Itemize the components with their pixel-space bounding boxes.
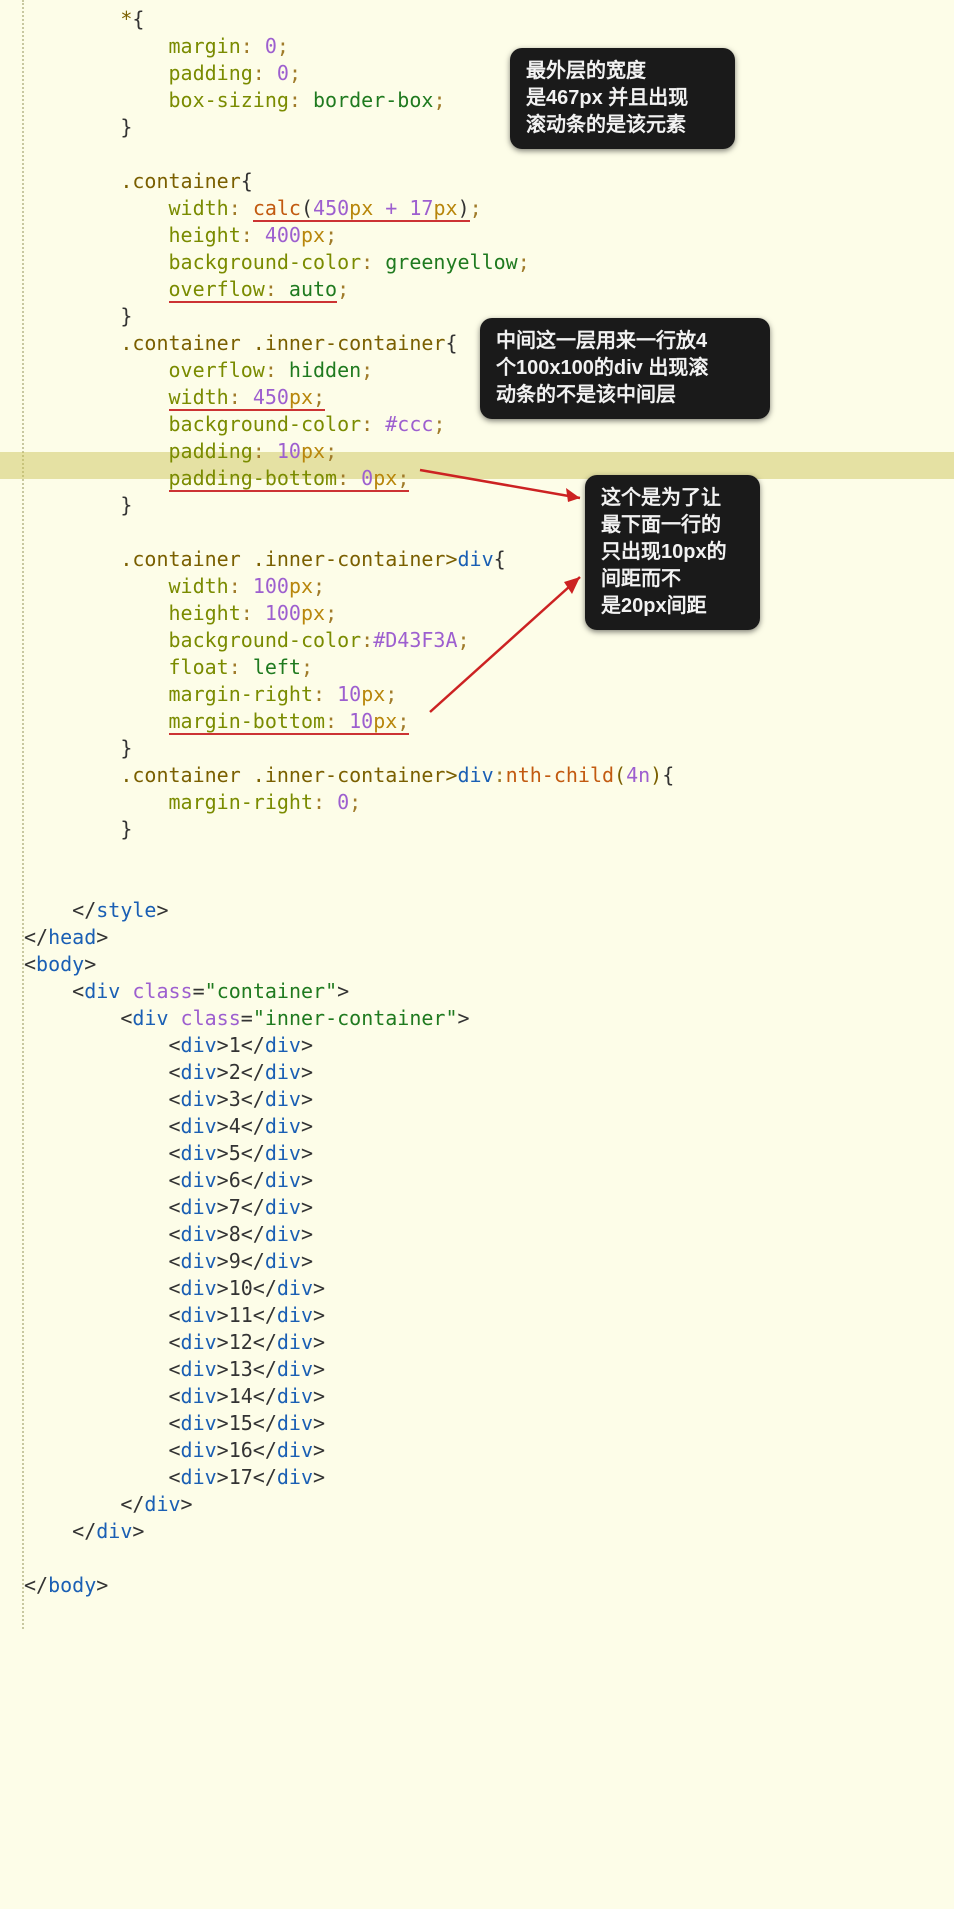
callout-outer-width: 最外层的宽度 是467px 并且出现 滚动条的是该元素 <box>510 48 735 149</box>
callout-inner-layer: 中间这一层用来一行放4 个100x100的div 出现滚 动条的不是该中间层 <box>480 318 770 419</box>
callout-padding-bottom: 这个是为了让 最下面一行的 只出现10px的 间距而不 是20px间距 <box>585 475 760 630</box>
arrow-2 <box>0 0 954 800</box>
